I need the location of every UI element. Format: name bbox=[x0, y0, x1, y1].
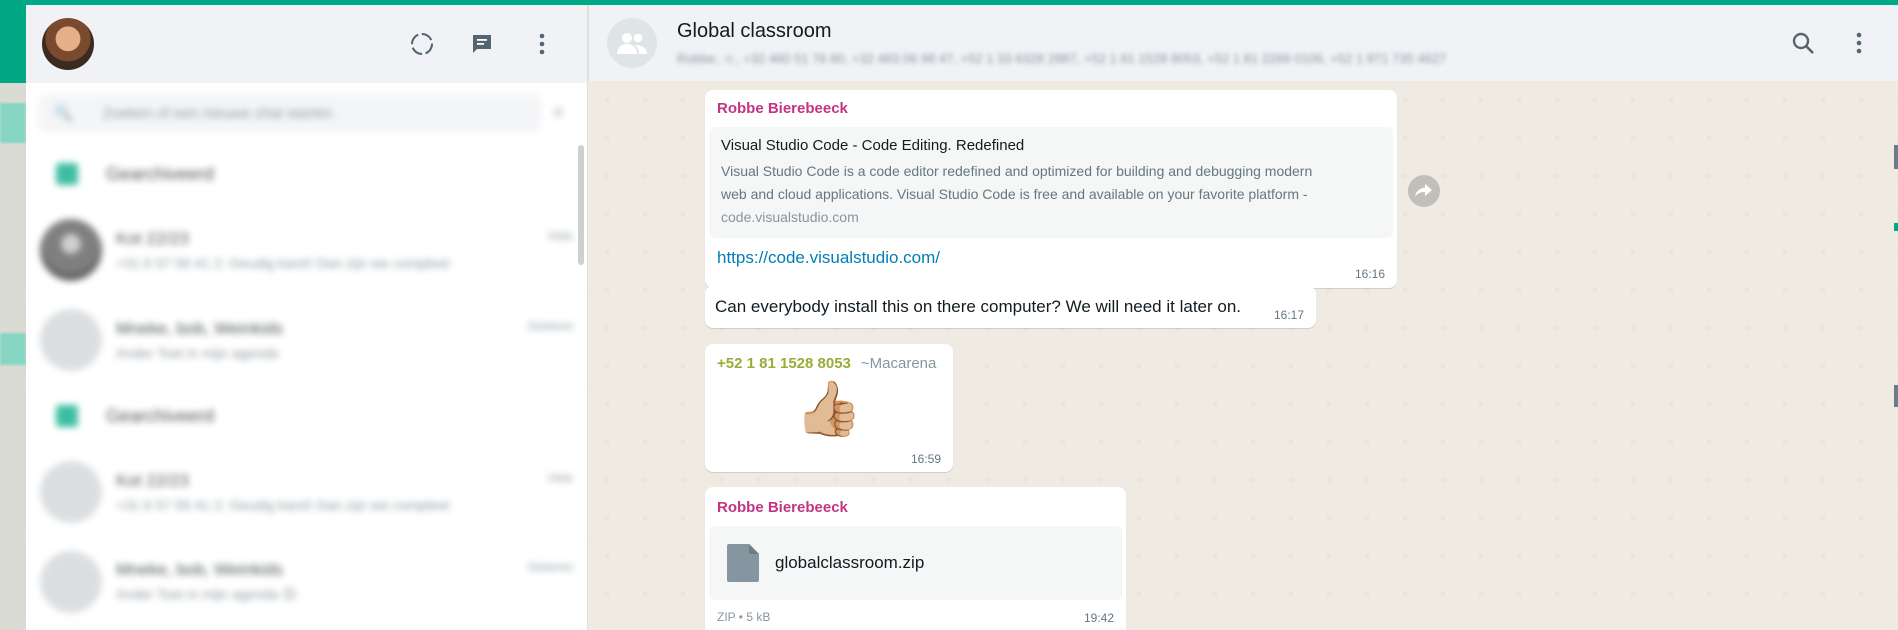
file-size: 5 kB bbox=[746, 610, 771, 624]
chat-time: Hele bbox=[548, 228, 573, 243]
scroll-marker bbox=[1894, 385, 1898, 407]
file-name: globalclassroom.zip bbox=[775, 553, 925, 572]
message-text: Can everybody install this on there comp… bbox=[715, 297, 1242, 316]
search-row: 🔍 Zoeken of een nieuwe chat starten ≡ bbox=[26, 83, 587, 143]
message-sender[interactable]: Robbe Bierebeeck bbox=[709, 499, 1122, 516]
chat-avatar bbox=[40, 460, 102, 523]
thumbs-up-emoji: 👍🏼 bbox=[795, 379, 863, 439]
chat-list-item[interactable]: Kot 22/23 Hele +31 6 57 59 41 2: Geudig … bbox=[26, 205, 587, 295]
link-preview-domain: code.visualstudio.com bbox=[721, 209, 859, 225]
archived-row[interactable]: Gearchiveerd bbox=[26, 385, 587, 447]
search-icon: 🔍 bbox=[54, 105, 73, 122]
blurred-chat-list: 🔍 Zoeken of een nieuwe chat starten ≡ Ge… bbox=[26, 83, 587, 627]
blurred-accent-1 bbox=[0, 103, 26, 143]
participants-list: Robbe, ☺, +32 460 51 76 80, +32 483 06 9… bbox=[677, 51, 1447, 66]
menu-icon[interactable] bbox=[527, 29, 557, 59]
sidebar-scrollbar[interactable] bbox=[578, 145, 584, 265]
chat-time: Gisteren bbox=[527, 318, 573, 333]
file-icon bbox=[727, 544, 759, 582]
chat-list-sidebar: 🔍 Zoeken of een nieuwe chat starten ≡ Ge… bbox=[26, 5, 588, 630]
chat-name: Kot 22/23 bbox=[116, 228, 189, 248]
chat-avatar bbox=[40, 218, 102, 281]
message-link[interactable]: https://code.visualstudio.com/ bbox=[709, 238, 1393, 268]
search-icon[interactable] bbox=[1788, 28, 1818, 58]
scroll-marker bbox=[1894, 145, 1898, 169]
sidebar-header bbox=[26, 5, 587, 83]
link-preview-description-line-1: Visual Studio Code is a code editor rede… bbox=[721, 163, 1313, 179]
chat-avatar bbox=[40, 308, 102, 371]
status-icon[interactable] bbox=[407, 29, 437, 59]
group-icon bbox=[617, 33, 647, 54]
link-preview-card[interactable]: Visual Studio Code - Code Editing. Redef… bbox=[709, 127, 1393, 238]
conversation-title: Global classroom bbox=[677, 20, 832, 42]
scroll-marker bbox=[1894, 223, 1898, 231]
link-preview-description-line-2: web and cloud applications. Visual Studi… bbox=[721, 186, 1308, 202]
forward-icon[interactable] bbox=[1408, 175, 1440, 207]
new-chat-icon[interactable] bbox=[467, 29, 497, 59]
message-bubble-link[interactable]: Robbe Bierebeeck Visual Studio Code - Co… bbox=[705, 90, 1397, 288]
left-accent-block bbox=[0, 5, 26, 83]
sender-alias: ~Macarena bbox=[860, 355, 937, 372]
message-time: 16:17 bbox=[1273, 308, 1304, 322]
archived-label: Gearchiveerd bbox=[106, 163, 215, 184]
chat-list-item[interactable]: Kot 22/23 Hele +31 6 57 59 41 2: Geudig … bbox=[26, 447, 587, 537]
message-time: 16:16 bbox=[1354, 267, 1385, 281]
message-time: 19:42 bbox=[1083, 611, 1114, 625]
message-bubble-text[interactable]: Can everybody install this on there comp… bbox=[705, 286, 1316, 328]
file-attachment[interactable]: globalclassroom.zip bbox=[709, 526, 1122, 600]
chat-name: Mneke, bob, Weinkids bbox=[116, 318, 283, 338]
chat-list-item[interactable]: Mneke, bob, Weinkids Gisteren Ander Toet… bbox=[26, 295, 587, 385]
group-avatar[interactable] bbox=[607, 18, 657, 68]
conversation-header[interactable]: Global classroom Robbe, ☺, +32 460 51 76… bbox=[588, 5, 1898, 81]
chat-avatar bbox=[40, 550, 102, 613]
conversation-panel: Global classroom Robbe, ☺, +32 460 51 76… bbox=[588, 5, 1898, 630]
chat-name: Kot 22/23 bbox=[116, 470, 189, 490]
link-preview-title: Visual Studio Code - Code Editing. Redef… bbox=[721, 137, 1025, 154]
archive-icon bbox=[56, 405, 78, 427]
chat-preview: Ander Toet in mijn agenda 😊 bbox=[116, 586, 297, 602]
profile-avatar[interactable] bbox=[42, 18, 94, 70]
search-placeholder: Zoeken of een nieuwe chat starten bbox=[102, 104, 333, 122]
sidebar-header-actions bbox=[407, 29, 557, 59]
message-sender[interactable]: Robbe Bierebeeck bbox=[709, 100, 1393, 117]
file-type: ZIP bbox=[717, 610, 736, 624]
blurred-accent-2 bbox=[0, 333, 26, 365]
message-sender[interactable]: +52 1 81 1528 8053 bbox=[717, 355, 851, 372]
left-background-strip bbox=[0, 83, 26, 630]
chat-preview: +31 6 57 59 41 2: Geudig kanö! Dan zijn … bbox=[116, 254, 450, 271]
chat-time: Hele bbox=[548, 470, 573, 485]
chat-name: Mneke, bob, Weinkids bbox=[116, 560, 283, 579]
message-time: 16:59 bbox=[910, 452, 941, 466]
chat-list-item[interactable]: Mneke, bob, Weinkids Gisteren Ander Toet… bbox=[26, 537, 587, 627]
chat-preview: +31 6 57 59 41 2: Geudig kanö! Dan zijn … bbox=[116, 496, 450, 513]
chat-preview: Ander Toet in mijn agenda bbox=[116, 344, 279, 361]
menu-icon[interactable] bbox=[1844, 28, 1874, 58]
search-input[interactable]: 🔍 Zoeken of een nieuwe chat starten bbox=[38, 94, 541, 132]
archived-row[interactable]: Gearchiveerd bbox=[26, 143, 587, 205]
filter-icon[interactable]: ≡ bbox=[553, 102, 575, 124]
archived-label: Gearchiveerd bbox=[106, 405, 215, 426]
conversation-header-actions bbox=[1788, 28, 1874, 58]
chat-time: Gisteren bbox=[527, 560, 573, 574]
message-bubble-emoji[interactable]: +52 1 81 1528 8053 ~Macarena 👍🏼 16:59 bbox=[705, 344, 953, 472]
message-bubble-file[interactable]: Robbe Bierebeeck globalclassroom.zip ZIP… bbox=[705, 487, 1126, 630]
archive-icon bbox=[56, 163, 78, 185]
